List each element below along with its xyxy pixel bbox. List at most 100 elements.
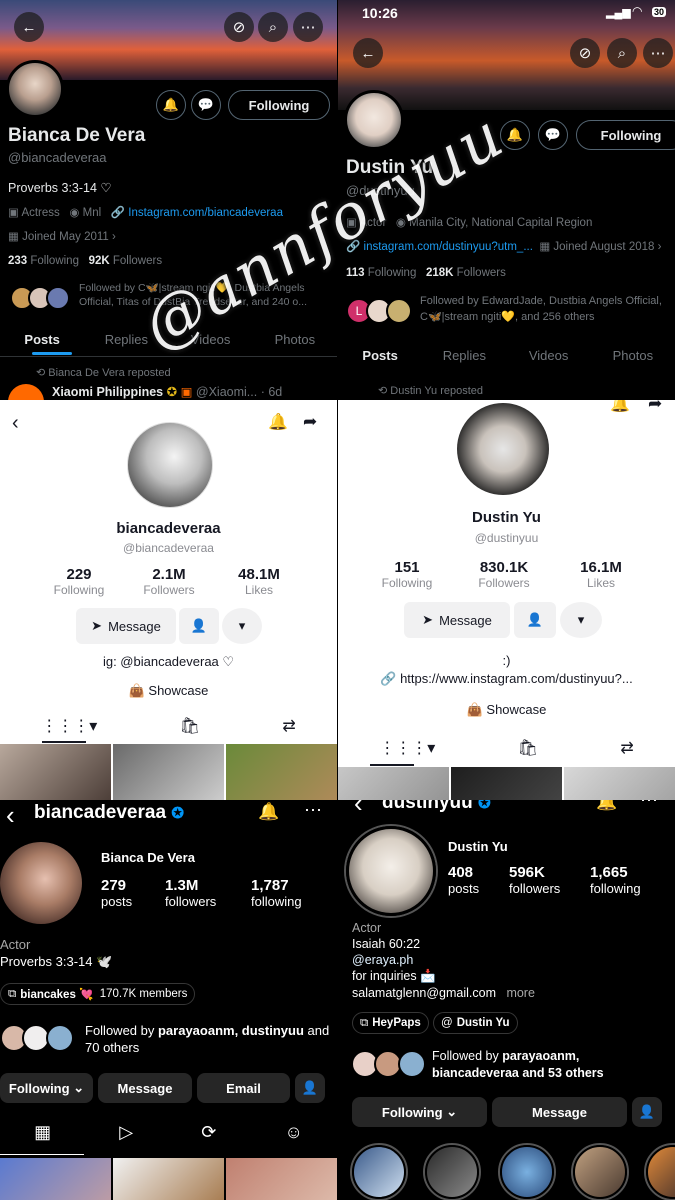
repost-icon[interactable]: ⇄	[282, 716, 295, 736]
stat-followers[interactable]: 596K followers	[509, 864, 560, 896]
story-highlight[interactable]	[498, 1143, 556, 1200]
avatar[interactable]	[344, 90, 404, 150]
profile-link[interactable]: Instagram.com/biancadeveraa	[128, 207, 283, 219]
reels-icon[interactable]: ▷	[119, 1122, 133, 1143]
message-button[interactable]: 💬	[191, 90, 221, 120]
video-thumb[interactable]	[0, 744, 111, 800]
following-button[interactable]: Following	[228, 90, 330, 120]
add-friend-button[interactable]: 👤	[514, 602, 556, 638]
channel-chip[interactable]: ⧉ HeyPaps	[352, 1012, 429, 1034]
share-icon[interactable]: ➦	[303, 412, 317, 432]
add-friend-button[interactable]: 👤	[179, 608, 219, 644]
stat-followers[interactable]: 1.3M followers	[165, 877, 216, 909]
bell-icon[interactable]: 🔔	[258, 802, 279, 822]
following-button[interactable]: Following ⌄	[352, 1097, 487, 1127]
post-avatar[interactable]	[8, 384, 44, 400]
message-button[interactable]: ➤ Message	[76, 608, 176, 644]
message-button[interactable]: ➤ Message	[404, 602, 510, 638]
video-thumb[interactable]	[338, 767, 449, 800]
followed-by-text[interactable]: Followed by EdwardJade, Dustbia Angels O…	[420, 293, 670, 325]
message-button[interactable]: 💬	[538, 120, 568, 150]
share-icon[interactable]: ➦	[648, 400, 662, 414]
post-thumb[interactable]	[0, 1158, 111, 1200]
video-thumb[interactable]	[226, 744, 337, 800]
bell-icon[interactable]: 🔔	[610, 400, 630, 414]
back-icon[interactable]: ‹	[12, 412, 19, 435]
grid-icon[interactable]: ▦	[34, 1122, 51, 1143]
search-icon[interactable]: ⌕	[258, 12, 288, 42]
dropdown-button[interactable]: ▾	[222, 608, 262, 644]
stat-followers[interactable]: 2.1M Followers	[124, 566, 214, 597]
email-button[interactable]: Email	[197, 1073, 290, 1103]
profile-link[interactable]: instagram.com/dustinyuu?utm_...	[364, 241, 533, 253]
more-icon[interactable]: ⋯	[643, 38, 673, 68]
add-user-button[interactable]: 👤	[295, 1073, 325, 1103]
back-icon[interactable]: ‹	[354, 800, 363, 819]
stat-posts[interactable]: 408 posts	[448, 864, 479, 896]
tab-posts[interactable]: Posts	[338, 340, 422, 371]
video-thumb[interactable]	[564, 767, 675, 800]
followed-by-text[interactable]: Followed by parayaoanm, dustinyuu and 70…	[85, 1022, 330, 1056]
stat-following[interactable]: 151 Following	[362, 559, 452, 590]
subscribe-notify-button[interactable]: 🔔	[156, 90, 186, 120]
bell-icon[interactable]: 🔔	[268, 412, 288, 432]
stat-followers[interactable]: 830.1K Followers	[459, 559, 549, 590]
avatar[interactable]	[457, 403, 549, 495]
tab-photos[interactable]: Photos	[591, 340, 675, 371]
story-highlight[interactable]	[423, 1143, 481, 1200]
stat-posts[interactable]: 279 posts	[101, 877, 132, 909]
grok-icon[interactable]: ⊘	[570, 38, 600, 68]
following-button[interactable]: Following	[576, 120, 675, 150]
stat-following[interactable]: 1,787 following	[251, 877, 302, 909]
avatar[interactable]	[346, 826, 436, 916]
grid-icon[interactable]: ⋮⋮⋮▾	[41, 716, 97, 736]
tab-posts[interactable]: Posts	[0, 324, 84, 355]
back-icon[interactable]: ‹	[6, 800, 15, 831]
bell-icon[interactable]: 🔔	[596, 800, 617, 812]
more-icon[interactable]: ⋯	[293, 12, 323, 42]
shop-bag-icon[interactable]: 🛍	[180, 716, 200, 736]
bio-link[interactable]: @eraya.ph	[352, 953, 413, 967]
video-thumb[interactable]	[451, 767, 562, 800]
message-button[interactable]: Message	[492, 1097, 627, 1127]
more-link[interactable]: more	[506, 986, 534, 1000]
bio-link[interactable]: 🔗 https://www.instagram.com/dustinyuu?..…	[338, 671, 675, 687]
message-button[interactable]: Message	[98, 1073, 192, 1103]
grid-icon[interactable]: ⋮⋮⋮▾	[379, 738, 435, 758]
avatar[interactable]	[0, 842, 82, 924]
more-icon[interactable]: ⋯	[304, 800, 322, 821]
search-icon[interactable]: ⌕	[607, 38, 637, 68]
grok-icon[interactable]: ⊘	[224, 12, 254, 42]
video-thumb[interactable]	[113, 744, 224, 800]
avatar[interactable]	[127, 422, 213, 508]
back-button[interactable]: ←	[14, 12, 44, 42]
post-thumb[interactable]	[226, 1158, 337, 1200]
back-button[interactable]: ←	[353, 38, 383, 68]
tab-photos[interactable]: Photos	[253, 324, 337, 355]
showcase-link[interactable]: 👜 Showcase	[0, 683, 337, 699]
story-highlight[interactable]	[644, 1143, 675, 1200]
post-thumb[interactable]	[113, 1158, 224, 1200]
dropdown-button[interactable]: ▾	[560, 602, 602, 638]
shop-bag-icon[interactable]: 🛍	[518, 738, 538, 758]
repost-icon[interactable]: ⟳	[201, 1122, 216, 1143]
stat-likes[interactable]: 16.1M Likes	[556, 559, 646, 590]
story-highlight[interactable]	[350, 1143, 408, 1200]
more-icon[interactable]: ⋯	[640, 800, 658, 811]
followed-by-text[interactable]: Followed by parayaoanm, biancadeveraa an…	[432, 1048, 668, 1082]
follow-stats[interactable]: 233 Following 92K Followers	[8, 255, 162, 267]
tagged-icon[interactable]: ☺	[285, 1122, 303, 1143]
repost-icon[interactable]: ⇄	[620, 738, 633, 758]
avatar[interactable]	[6, 60, 64, 118]
add-user-button[interactable]: 👤	[632, 1097, 662, 1127]
tab-videos[interactable]: Videos	[507, 340, 591, 371]
follow-stats[interactable]: 113 Following 218K Followers	[346, 267, 506, 279]
showcase-link[interactable]: 👜 Showcase	[338, 702, 675, 718]
threads-chip[interactable]: @ Dustin Yu	[433, 1012, 518, 1034]
stat-following[interactable]: 1,665 following	[590, 864, 641, 896]
stat-following[interactable]: 229 Following	[34, 566, 124, 597]
broadcast-channel-chip[interactable]: ⧉ biancakes 💘 170.7K members	[0, 983, 196, 1005]
story-highlight[interactable]	[571, 1143, 629, 1200]
tab-replies[interactable]: Replies	[422, 340, 506, 371]
stat-likes[interactable]: 48.1M Likes	[214, 566, 304, 597]
